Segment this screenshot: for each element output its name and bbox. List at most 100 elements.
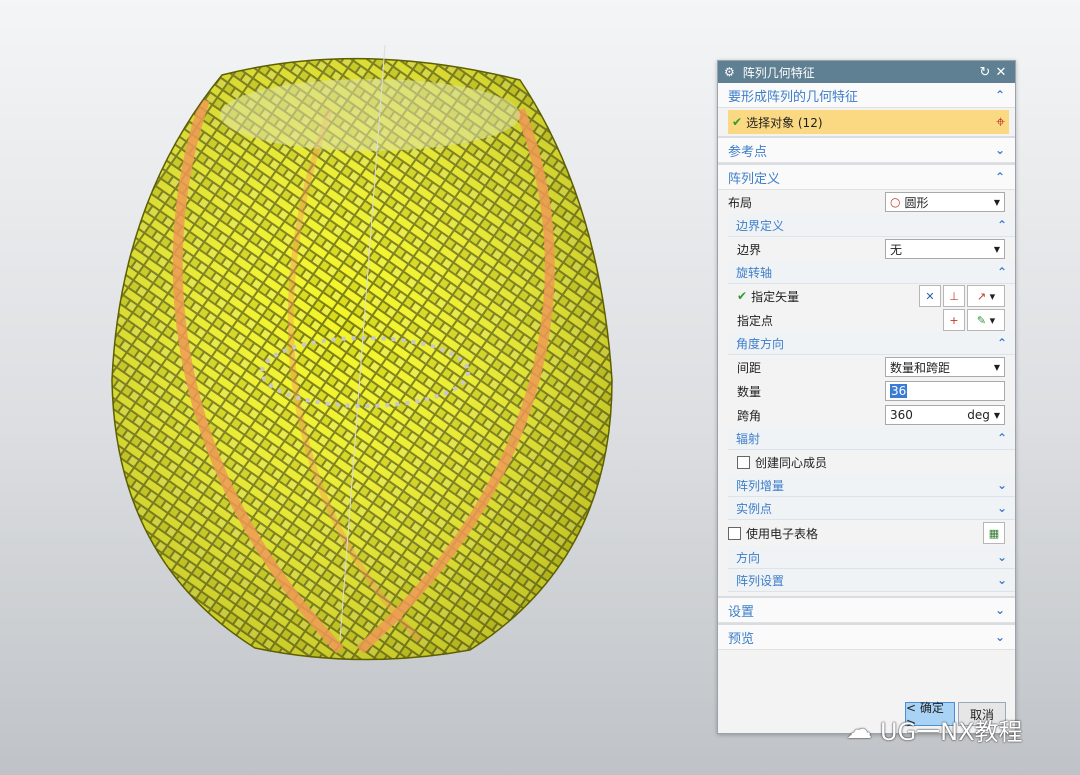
layout-value: 圆形	[904, 195, 929, 210]
subgroup-rotation-axis[interactable]: 旋转轴 ⌃	[728, 261, 1015, 284]
spreadsheet-label: 使用电子表格	[746, 526, 819, 541]
group-settings-label: 设置	[728, 604, 755, 620]
spacing-row: 间距 数量和跨距 ▼	[718, 355, 1015, 379]
group-definition-label: 阵列定义	[728, 171, 781, 187]
count-input[interactable]: 36	[885, 381, 1005, 401]
chevron-down-icon[interactable]: ⌄	[997, 501, 1007, 515]
checkmark-icon: ✔	[732, 115, 743, 129]
increment-group-label: 阵列增量	[736, 478, 785, 493]
chevron-down-icon[interactable]: ⌄	[995, 630, 1005, 644]
close-icon[interactable]: ✕	[993, 65, 1009, 80]
group-features-label: 要形成阵列的几何特征	[728, 89, 859, 105]
span-row: 跨角 360 deg ▼	[718, 403, 1015, 427]
chevron-down-icon[interactable]: ⌄	[997, 573, 1007, 587]
watermark: ☁ UG一NX教程	[846, 712, 1023, 747]
point-type-dropdown[interactable]: ✎ ▾	[967, 309, 1005, 331]
spreadsheet-row: 使用电子表格 ▦	[718, 520, 1015, 546]
point-dialog-icon[interactable]: +	[943, 309, 965, 331]
layout-row: 布局 ○ 圆形 ▼	[718, 190, 1015, 214]
spreadsheet-checkbox[interactable]	[728, 526, 741, 540]
instance-group-label: 实例点	[736, 501, 773, 516]
dropdown-arrow-icon: ▼	[993, 197, 1000, 207]
group-reference-label: 参考点	[728, 144, 768, 160]
chevron-up-icon[interactable]: ⌃	[997, 218, 1007, 232]
span-unit: deg	[967, 408, 990, 422]
axis-group-label: 旋转轴	[736, 265, 773, 280]
chevron-up-icon[interactable]: ⌃	[997, 265, 1007, 279]
point-label: 指定点	[737, 313, 774, 328]
subgroup-boundary[interactable]: 边界定义 ⌃	[728, 214, 1015, 237]
inferred-point-icon: ✎	[976, 313, 987, 327]
top-opening	[220, 79, 520, 151]
reset-icon[interactable]: ↻	[977, 65, 993, 80]
chevron-down-icon[interactable]: ⌄	[995, 603, 1005, 617]
group-settings[interactable]: 设置 ⌄	[718, 598, 1015, 623]
subgroup-angle-direction[interactable]: 角度方向 ⌃	[728, 332, 1015, 355]
layout-select[interactable]: ○ 圆形 ▼	[885, 192, 1005, 212]
vector-row: ✔ 指定矢量 ✕ ⊥ ↗ ▾	[718, 284, 1015, 308]
vector-dialog-icon[interactable]: ⊥	[943, 285, 965, 307]
crosshair-icon[interactable]: ⌖	[996, 112, 1005, 132]
boundary-select[interactable]: 无 ▼	[885, 239, 1005, 259]
group-features[interactable]: 要形成阵列的几何特征 ⌃	[718, 83, 1015, 108]
spacing-value: 数量和跨距	[890, 360, 951, 375]
spacing-select[interactable]: 数量和跨距 ▼	[885, 357, 1005, 377]
chevron-up-icon[interactable]: ⌃	[997, 431, 1007, 445]
subgroup-direction[interactable]: 方向 ⌄	[728, 546, 1015, 569]
subgroup-instance-point[interactable]: 实例点 ⌄	[728, 497, 1015, 520]
count-row: 数量 36	[718, 379, 1015, 403]
spacing-label: 间距	[737, 360, 762, 375]
circle-layout-icon: ○	[890, 195, 901, 209]
watermark-text: UG一NX教程	[880, 718, 1023, 746]
chevron-down-icon[interactable]: ⌄	[997, 478, 1007, 492]
gear-icon: ⚙	[724, 65, 735, 79]
count-value: 36	[890, 384, 908, 398]
subgroup-pattern-settings[interactable]: 阵列设置 ⌄	[728, 569, 1015, 592]
concentric-label: 创建同心成员	[755, 455, 828, 470]
vector-type-dropdown[interactable]: ↗ ▾	[967, 285, 1005, 307]
chevron-up-icon[interactable]: ⌃	[997, 336, 1007, 350]
layout-label: 布局	[728, 195, 753, 210]
radial-group-label: 辐射	[736, 431, 761, 446]
wechat-icon: ☁	[846, 714, 872, 745]
subgroup-radial[interactable]: 辐射 ⌃	[728, 427, 1015, 450]
select-objects-label: 选择对象 (12)	[746, 115, 823, 130]
dropdown-arrow-icon: ▼	[993, 410, 1000, 420]
group-preview-label: 预览	[728, 631, 755, 647]
boundary-row: 边界 无 ▼	[718, 237, 1015, 261]
vector-icon: ↗	[976, 289, 987, 303]
concentric-checkbox[interactable]	[737, 455, 750, 469]
concentric-row: 创建同心成员	[718, 450, 1015, 474]
chevron-down-icon[interactable]: ⌄	[995, 143, 1005, 157]
dialog-titlebar: ⚙ 阵列几何特征 ↻ ✕	[718, 61, 1015, 83]
boundary-value: 无	[890, 242, 903, 257]
boundary-group-label: 边界定义	[736, 218, 785, 233]
count-label: 数量	[737, 384, 762, 399]
chevron-down-icon[interactable]: ⌄	[997, 550, 1007, 564]
angle-group-label: 角度方向	[736, 336, 785, 351]
checkmark-icon: ✔	[737, 289, 748, 303]
point-row: 指定点 + ✎ ▾	[718, 308, 1015, 332]
span-input[interactable]: 360 deg ▼	[885, 405, 1005, 425]
dropdown-arrow-icon: ▼	[993, 362, 1000, 372]
span-value: 360	[890, 408, 913, 422]
woven-lampshade-model[interactable]	[0, 0, 715, 775]
spreadsheet-icon[interactable]: ▦	[983, 522, 1005, 544]
chevron-up-icon[interactable]: ⌃	[995, 170, 1005, 184]
dialog-title: 阵列几何特征	[742, 65, 815, 80]
pattern-geometry-dialog: ⚙ 阵列几何特征 ↻ ✕ 要形成阵列的几何特征 ⌃ ✔ 选择对象 (12) ⌖ …	[717, 60, 1016, 734]
reverse-direction-icon[interactable]: ✕	[919, 285, 941, 307]
boundary-label: 边界	[737, 242, 762, 257]
group-reference-point[interactable]: 参考点 ⌄	[718, 138, 1015, 163]
group-preview[interactable]: 预览 ⌄	[718, 625, 1015, 650]
vector-label: 指定矢量	[751, 289, 800, 304]
dropdown-arrow-icon: ▼	[993, 244, 1000, 254]
graphics-viewport[interactable]	[0, 0, 715, 775]
group-pattern-definition[interactable]: 阵列定义 ⌃	[718, 165, 1015, 190]
pattern-settings-group-label: 阵列设置	[736, 573, 785, 588]
subgroup-increment[interactable]: 阵列增量 ⌄	[728, 474, 1015, 497]
select-objects-row[interactable]: ✔ 选择对象 (12) ⌖	[728, 110, 1009, 134]
direction-group-label: 方向	[736, 550, 761, 565]
span-label: 跨角	[737, 408, 762, 423]
chevron-up-icon[interactable]: ⌃	[995, 88, 1005, 102]
